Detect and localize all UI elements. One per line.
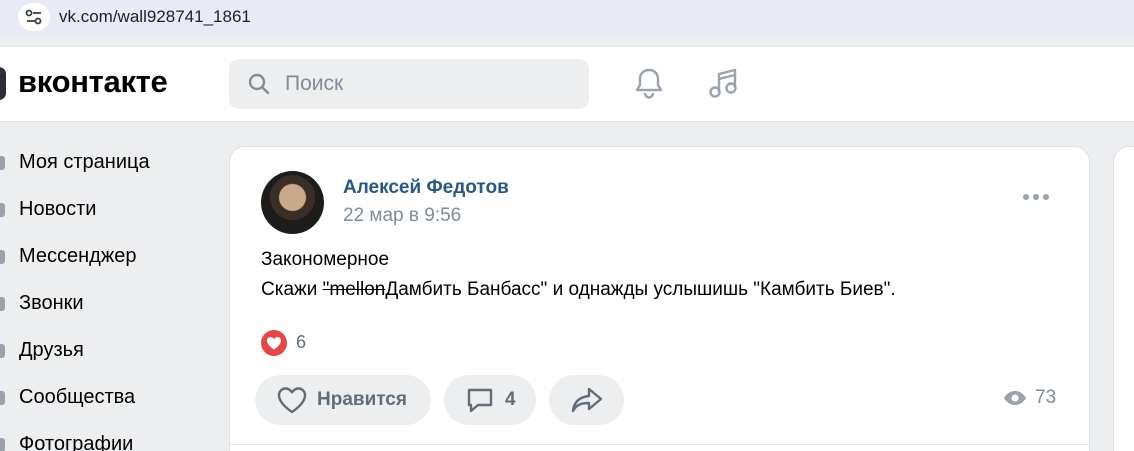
browser-address-bar: vk.com/wall928741_1861 xyxy=(0,0,1134,37)
site-header: вконтакте xyxy=(0,46,1134,122)
sidebar-item-friends[interactable]: Друзья xyxy=(0,328,215,375)
bell-icon[interactable] xyxy=(631,65,667,106)
site-settings-icon[interactable] xyxy=(18,3,50,31)
post-text-post: Дамбить Банбасс" и однажды услышишь "Кам… xyxy=(385,279,896,300)
views-count: 73 xyxy=(1035,387,1057,408)
communities-icon xyxy=(0,391,5,405)
sidebar-item-label: Моя страница xyxy=(19,151,150,173)
like-button[interactable]: Нравится xyxy=(255,375,431,425)
post-date[interactable]: 22 мар в 9:56 xyxy=(343,205,461,227)
search-input[interactable] xyxy=(285,59,575,109)
heart-reaction-icon[interactable] xyxy=(261,330,287,356)
sidebar-item-label: Друзья xyxy=(19,339,84,361)
news-icon xyxy=(0,203,5,217)
heart-icon xyxy=(276,386,308,414)
calls-icon xyxy=(0,297,5,311)
friends-icon xyxy=(0,344,5,358)
post-text-line-1: Закономерное xyxy=(261,249,390,270)
share-icon xyxy=(570,385,604,415)
music-icon[interactable] xyxy=(706,65,742,106)
reactions-count[interactable]: 6 xyxy=(296,332,306,353)
post-text-line-2: Скажи "mellonДамбить Банбасс" и однажды … xyxy=(261,279,896,301)
wall-post: Алексей Федотов 22 мар в 9:56 Закономерн… xyxy=(229,146,1090,451)
post-text-strikethrough: "mellon xyxy=(322,279,386,300)
author-avatar[interactable] xyxy=(261,171,324,234)
post-author[interactable]: Алексей Федотов xyxy=(343,177,509,199)
vk-logo-icon[interactable] xyxy=(0,67,6,100)
like-label: Нравится xyxy=(317,389,407,410)
comments-count: 4 xyxy=(505,389,516,410)
more-options-icon[interactable] xyxy=(1023,194,1049,200)
sidebar-item-communities[interactable]: Сообщества xyxy=(0,375,215,422)
post-text-pre: Скажи xyxy=(261,279,323,300)
share-button[interactable] xyxy=(549,375,624,425)
sidebar-item-news[interactable]: Новости xyxy=(0,187,215,234)
left-sidebar: Моя страница Новости Мессенджер Звонки Д… xyxy=(0,140,215,451)
search-icon xyxy=(247,72,271,101)
messenger-icon xyxy=(0,250,5,264)
sidebar-item-label: Сообщества xyxy=(19,386,136,408)
sidebar-item-label: Новости xyxy=(19,198,97,220)
photos-icon xyxy=(0,438,5,451)
sidebar-item-messenger[interactable]: Мессенджер xyxy=(0,234,215,281)
search-box[interactable] xyxy=(229,59,589,109)
comment-button[interactable]: 4 xyxy=(444,375,536,425)
sidebar-item-photos[interactable]: Фотографии xyxy=(0,422,215,451)
eye-icon xyxy=(1003,390,1027,406)
sidebar-item-label: Фотографии xyxy=(19,433,134,451)
right-column-card xyxy=(1113,146,1134,451)
views: 73 xyxy=(1003,387,1056,409)
divider xyxy=(230,444,1089,445)
comment-icon xyxy=(465,385,495,415)
sidebar-item-my-page[interactable]: Моя страница xyxy=(0,140,215,187)
sidebar-item-calls[interactable]: Звонки xyxy=(0,281,215,328)
my-page-icon xyxy=(0,156,5,170)
url-text[interactable]: vk.com/wall928741_1861 xyxy=(59,7,251,27)
sidebar-item-label: Мессенджер xyxy=(19,245,137,267)
logo-text[interactable]: вконтакте xyxy=(18,64,168,100)
sidebar-item-label: Звонки xyxy=(19,292,84,314)
